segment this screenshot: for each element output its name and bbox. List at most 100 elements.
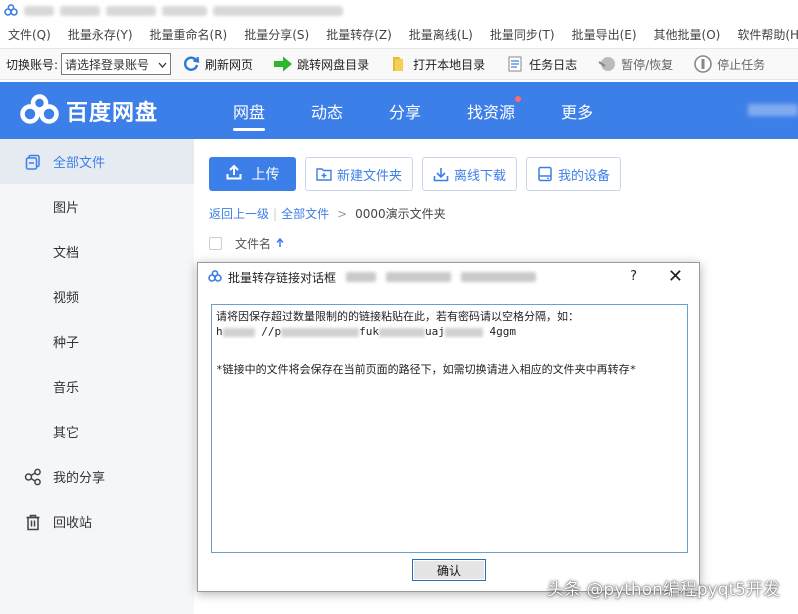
- menu-item[interactable]: 批量转存(Z): [326, 26, 392, 43]
- blurred-text: [222, 327, 255, 337]
- dialog-title: 批量转存链接对话框: [228, 270, 337, 285]
- sidebar-item-label: 我的分享: [53, 471, 106, 486]
- breadcrumb: 返回上一级 | 全部文件 > 0000演示文件夹: [209, 205, 446, 222]
- menu-item[interactable]: 软件帮助(H): [737, 26, 798, 43]
- dialog-title-blurred: [386, 272, 452, 282]
- site-header: 百度网盘 网盘 动态 分享 找资源 更多: [0, 82, 798, 139]
- account-select[interactable]: 请选择登录账号: [61, 53, 172, 75]
- links-textarea[interactable]: 请将因保存超过数量限制的的链接粘贴在此，若有密码请以空格分隔，如： h //p f…: [211, 304, 688, 553]
- refresh-button[interactable]: 刷新网页: [181, 54, 253, 74]
- menu-item[interactable]: 批量永存(Y): [68, 26, 133, 43]
- upload-button[interactable]: 上传: [209, 157, 296, 191]
- jump-directory-button[interactable]: 跳转网盘目录: [273, 54, 369, 74]
- breadcrumb-separator: |: [273, 206, 278, 221]
- log-icon: [505, 54, 525, 74]
- close-button[interactable]: ✕: [668, 266, 683, 287]
- account-label: 切换账号:: [6, 57, 59, 72]
- user-name-blurred[interactable]: [748, 104, 798, 116]
- chevron-right-icon: >: [337, 206, 348, 221]
- help-button[interactable]: ?: [630, 269, 637, 284]
- file-list-header: 文件名: [209, 235, 284, 252]
- nav-pan[interactable]: 网盘: [233, 82, 266, 139]
- nav-find-resource[interactable]: 找资源: [467, 82, 522, 139]
- menu-item[interactable]: 文件(Q): [8, 26, 51, 43]
- menu-item[interactable]: 批量同步(T): [490, 26, 555, 43]
- refresh-label: 刷新网页: [205, 57, 254, 72]
- open-local-label: 打开本地目录: [413, 57, 486, 72]
- breadcrumb-back-link[interactable]: 返回上一级: [209, 205, 269, 222]
- sidebar-item-music[interactable]: 音乐: [0, 364, 194, 409]
- sidebar-item-label: 其它: [53, 426, 80, 441]
- empty-line: [216, 354, 683, 362]
- menu-item[interactable]: 其他批量(O): [654, 26, 721, 43]
- nav-label: 分享: [389, 102, 422, 122]
- menu-item[interactable]: 批量重命名(R): [150, 26, 228, 43]
- stop-icon: [693, 54, 713, 74]
- nav-share[interactable]: 分享: [389, 82, 421, 139]
- toolbar: 切换账号: 请选择登录账号 刷新网页 跳转网盘目录 打开本地目录 任务日志 暂停…: [0, 48, 798, 80]
- pause-resume-label: 暂停/恢复: [621, 57, 674, 72]
- files-icon: [24, 153, 42, 171]
- dialog-titlebar: 批量转存链接对话框 ? ✕: [198, 263, 699, 291]
- example-text: //p: [254, 325, 282, 338]
- sidebar-item-all-files[interactable]: 全部文件: [0, 139, 194, 184]
- task-log-button[interactable]: 任务日志: [505, 54, 577, 74]
- share-icon: [24, 468, 42, 486]
- title-blurred: [24, 6, 54, 16]
- watermark: 头条 @python编程pyqt5开发: [547, 580, 780, 600]
- new-folder-label: 新建文件夹: [337, 168, 403, 184]
- example-text: h: [216, 325, 223, 338]
- window-titlebar: [0, 0, 798, 22]
- sidebar-item-label: 回收站: [53, 516, 93, 531]
- column-filename-header[interactable]: 文件名: [235, 235, 271, 252]
- pause-icon: [597, 54, 617, 74]
- example-text: fuk: [359, 325, 379, 338]
- sidebar-item-recycle-bin[interactable]: 回收站: [0, 499, 194, 544]
- new-folder-icon: [316, 167, 332, 181]
- blurred-text: [281, 327, 360, 337]
- breadcrumb-all-files-link[interactable]: 全部文件: [281, 205, 329, 222]
- pause-resume-button[interactable]: 暂停/恢复: [597, 54, 673, 74]
- stop-task-button[interactable]: 停止任务: [693, 54, 765, 74]
- nav-label: 动态: [311, 102, 344, 122]
- menu-item[interactable]: 批量导出(E): [572, 26, 637, 43]
- example-text: 4ggm: [482, 325, 516, 338]
- sidebar-item-other[interactable]: 其它: [0, 409, 194, 454]
- offline-download-button[interactable]: 离线下载: [422, 157, 518, 191]
- sidebar-item-label: 视频: [53, 291, 80, 306]
- app-logo-icon: [4, 3, 18, 19]
- new-folder-button[interactable]: 新建文件夹: [305, 157, 414, 191]
- blurred-text: [379, 327, 425, 337]
- confirm-button[interactable]: 确认: [412, 559, 486, 581]
- open-local-button[interactable]: 打开本地目录: [389, 54, 485, 74]
- upload-icon: [226, 164, 242, 184]
- sidebar: 全部文件 图片 文档 视频 种子 音乐 其它 我的分享 回收站: [0, 139, 194, 614]
- sidebar-item-documents[interactable]: 文档: [0, 229, 194, 274]
- select-all-checkbox[interactable]: [209, 237, 222, 250]
- upload-label: 上传: [251, 167, 280, 183]
- example-link-line: h //p fuk uaj 4ggm: [216, 324, 683, 339]
- baidu-pan-logo[interactable]: 百度网盘: [20, 93, 210, 128]
- app-logo-icon: [208, 269, 222, 285]
- nav-label: 找资源: [467, 102, 516, 122]
- sidebar-item-images[interactable]: 图片: [0, 184, 194, 229]
- menu-item[interactable]: 批量分享(S): [244, 26, 309, 43]
- task-log-label: 任务日志: [529, 57, 578, 72]
- nav-dynamic[interactable]: 动态: [311, 82, 343, 139]
- sidebar-item-label: 音乐: [53, 381, 80, 396]
- action-bar: 上传 新建文件夹 离线下载 我的设备: [209, 157, 630, 191]
- sidebar-item-my-share[interactable]: 我的分享: [0, 454, 194, 499]
- sidebar-item-label: 种子: [53, 336, 80, 351]
- dialog-title-blurred: [346, 272, 377, 282]
- chevron-down-icon: [158, 57, 167, 71]
- batch-transfer-dialog: 批量转存链接对话框 ? ✕ 请将因保存超过数量限制的的链接粘贴在此，若有密码请以…: [197, 262, 700, 592]
- sort-arrow-up-icon[interactable]: [276, 237, 284, 251]
- menu-item[interactable]: 批量离线(L): [409, 26, 473, 43]
- blurred-text: [444, 327, 483, 337]
- arrow-right-icon: [273, 54, 293, 74]
- my-device-button[interactable]: 我的设备: [526, 157, 622, 191]
- nav-more[interactable]: 更多: [561, 82, 593, 139]
- sidebar-item-videos[interactable]: 视频: [0, 274, 194, 319]
- sidebar-item-torrents[interactable]: 种子: [0, 319, 194, 364]
- title-blurred: [213, 6, 343, 16]
